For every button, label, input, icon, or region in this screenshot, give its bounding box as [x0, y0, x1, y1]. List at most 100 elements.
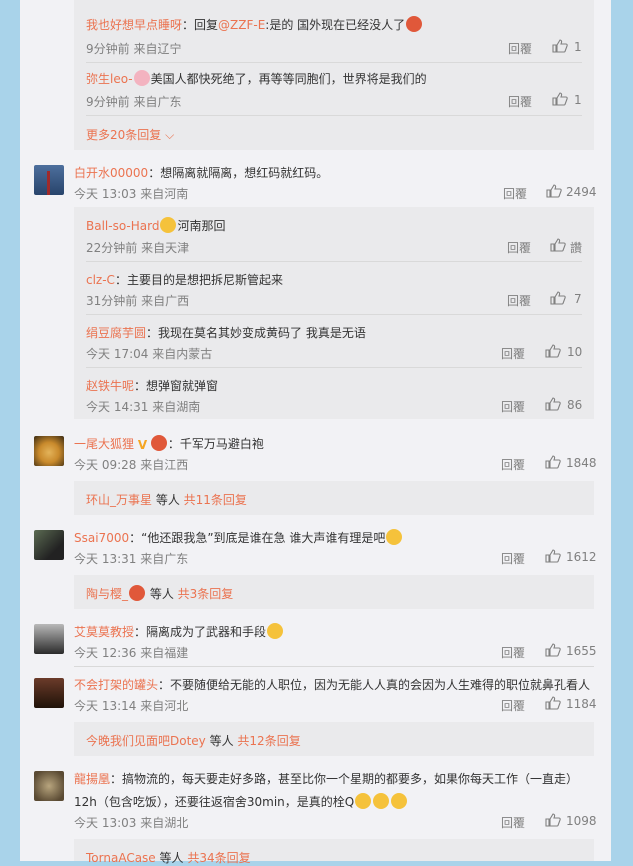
reply-button[interactable]: 回覆 [508, 40, 532, 57]
like-count: 86 [567, 398, 583, 412]
shocked-emoji-icon [386, 529, 403, 545]
like-count: 2494 [566, 185, 597, 199]
like-icon[interactable] [545, 549, 561, 563]
summary-count[interactable]: 共11条回复 [184, 493, 247, 507]
reply-row: clz-C：主要目的是想把拆尼斯管起来 [86, 271, 283, 288]
summary-user[interactable]: TornaACase [86, 851, 156, 865]
summary-mid: 等人 [146, 587, 178, 601]
reply-row: Ball-so-Hard 河南那回 [86, 217, 225, 234]
reply-summary-text[interactable]: 环山_万事星 等人 共11条回复 [86, 491, 247, 508]
like-icon[interactable] [545, 455, 561, 469]
divider [86, 261, 582, 262]
comment-text: ：想隔离就隔离，想红码就红码。 [148, 166, 329, 180]
avatar[interactable] [34, 530, 64, 560]
summary-count[interactable]: 共12条回复 [237, 734, 300, 748]
like-icon[interactable] [545, 696, 561, 710]
reply-button[interactable]: 回覆 [507, 239, 531, 256]
avatar[interactable] [34, 624, 64, 654]
like-icon[interactable] [552, 39, 568, 53]
comment-meta: 今天 09:28 来自江西 [74, 458, 189, 472]
comment-meta: 今天 12:36 来自福建 [74, 646, 189, 660]
like-count: 7 [574, 292, 582, 306]
comment-meta: 今天 13:14 来自河北 [74, 699, 189, 713]
like-icon[interactable] [545, 813, 561, 827]
reply-button[interactable]: 回覆 [501, 644, 525, 661]
comment-user[interactable]: 一尾大狐狸 [74, 437, 134, 451]
reply-user[interactable]: 我也好想早点睡呀 [86, 18, 182, 32]
reply-meta: 31分钟前 来自广西 [86, 294, 190, 308]
reply-button[interactable]: 回覆 [508, 93, 532, 110]
pig-emoji-icon [133, 70, 150, 86]
comment-user[interactable]: 艾莫莫教授 [74, 625, 134, 639]
reply-button[interactable]: 回覆 [501, 345, 525, 362]
reply-user[interactable]: 弥生leo- [86, 72, 133, 86]
divider [86, 62, 582, 63]
comment-user[interactable]: 不会打架的罐头 [74, 678, 158, 692]
like-count: 1 [574, 40, 582, 54]
comment-user[interactable]: 龍揚凰 [74, 772, 110, 786]
comment-text: ：搞物流的，每天要走好多路，甚至比你一个星期的都要多，如果你每天工作（一直走） [110, 772, 579, 786]
summary-user[interactable]: 陶与樱_ [86, 587, 128, 601]
reply-meta: 今天 17:04 来自内蒙古 [86, 347, 213, 361]
like-count: 讚 [570, 241, 583, 255]
divider [86, 367, 582, 368]
comment-row: 白开水00000：想隔离就隔离，想红码就红码。 [74, 164, 328, 181]
crying-emoji-icon [373, 793, 390, 809]
reply-user[interactable]: Ball-so-Hard [86, 219, 159, 233]
mention-link[interactable]: @ZZF-E [218, 18, 265, 32]
summary-count[interactable]: 共34条回复 [187, 851, 250, 865]
reply-button[interactable]: 回覆 [501, 398, 525, 415]
reply-text: ：主要目的是想把拆尼斯管起来 [114, 273, 283, 287]
reply-button[interactable]: 回覆 [507, 292, 531, 309]
reply-summary-text[interactable]: 陶与樱_ 等人 共3条回复 [86, 585, 233, 602]
avatar[interactable] [34, 165, 64, 195]
reply-button[interactable]: 回覆 [501, 456, 525, 473]
comment-row: 不会打架的罐头：不要随便给无能的人职位，因为无能人人真的会因为人生难得的职位就鼻… [74, 676, 590, 693]
comment-row: Ssai7000：“他还跟我急”到底是谁在急 谁大声谁有理是吧 [74, 529, 403, 546]
reply-button[interactable]: 回覆 [503, 185, 527, 202]
summary-mid: 等人 [155, 851, 188, 865]
like-count: 1 [574, 93, 582, 107]
summary-user[interactable]: 今晚我们见面吧Dotey [86, 734, 206, 748]
reply-row: 赵铁牛呢：想弹窗就弹窗 [86, 377, 218, 394]
avatar[interactable] [34, 436, 64, 466]
avatar[interactable] [34, 771, 64, 801]
comment-user[interactable]: Ssai7000 [74, 531, 129, 545]
crying-emoji-icon [355, 793, 372, 809]
like-icon[interactable] [550, 238, 566, 252]
reply-meta: 9分钟前 来自广东 [86, 95, 182, 109]
like-icon[interactable] [545, 643, 561, 657]
summary-mid: 等人 [205, 734, 238, 748]
reply-row: 我也好想早点睡呀：回复@ZZF-E:是的 国外现在已经没人了 [86, 16, 423, 33]
avatar[interactable] [34, 678, 64, 708]
reply-user[interactable]: 赵铁牛呢 [86, 379, 134, 393]
like-icon[interactable] [545, 397, 561, 411]
comment-row: 龍揚凰：搞物流的，每天要走好多路，甚至比你一个星期的都要多，如果你每天工作（一直… [74, 770, 578, 787]
reply-button[interactable]: 回覆 [501, 697, 525, 714]
comment-user[interactable]: 白开水00000 [74, 166, 148, 180]
reply-row: 绢豆腐芋圆：我现在莫名其妙变成黄码了 我真是无语 [86, 324, 366, 341]
like-count: 1848 [566, 456, 597, 470]
reply-user[interactable]: clz-C [86, 273, 115, 287]
summary-count[interactable]: 共3条回复 [178, 587, 234, 601]
reply-button[interactable]: 回覆 [501, 814, 525, 831]
chevron-down-icon: ⌵ [165, 128, 175, 142]
like-icon[interactable] [550, 291, 566, 305]
reply-summary-text[interactable]: 今晚我们见面吧Dotey 等人 共12条回复 [86, 732, 301, 749]
reply-button[interactable]: 回覆 [501, 550, 525, 567]
divider [74, 666, 594, 667]
more-replies-link[interactable]: 更多20条回复 ⌵ [86, 126, 174, 143]
like-icon[interactable] [546, 184, 562, 198]
comment-meta: 今天 13:31 来自广东 [74, 552, 189, 566]
comment-text-line2: 12h（包含吃饭），还要往返宿舍30min，是真的栓Q [74, 793, 408, 810]
comment-meta: 今天 13:03 来自湖北 [74, 816, 189, 830]
comment-row: 艾莫莫教授：隔离成为了武器和手段 [74, 623, 284, 640]
reply-summary-text[interactable]: TornaACase 等人 共34条回复 [86, 849, 251, 866]
reply-user[interactable]: 绢豆腐芋圆 [86, 326, 146, 340]
summary-user[interactable]: 环山_万事星 [86, 493, 152, 507]
like-icon[interactable] [545, 344, 561, 358]
reply-meta: 9分钟前 来自辽宁 [86, 42, 182, 56]
smile-emoji-icon [160, 217, 177, 233]
like-icon[interactable] [552, 92, 568, 106]
badge-icon [129, 585, 146, 601]
